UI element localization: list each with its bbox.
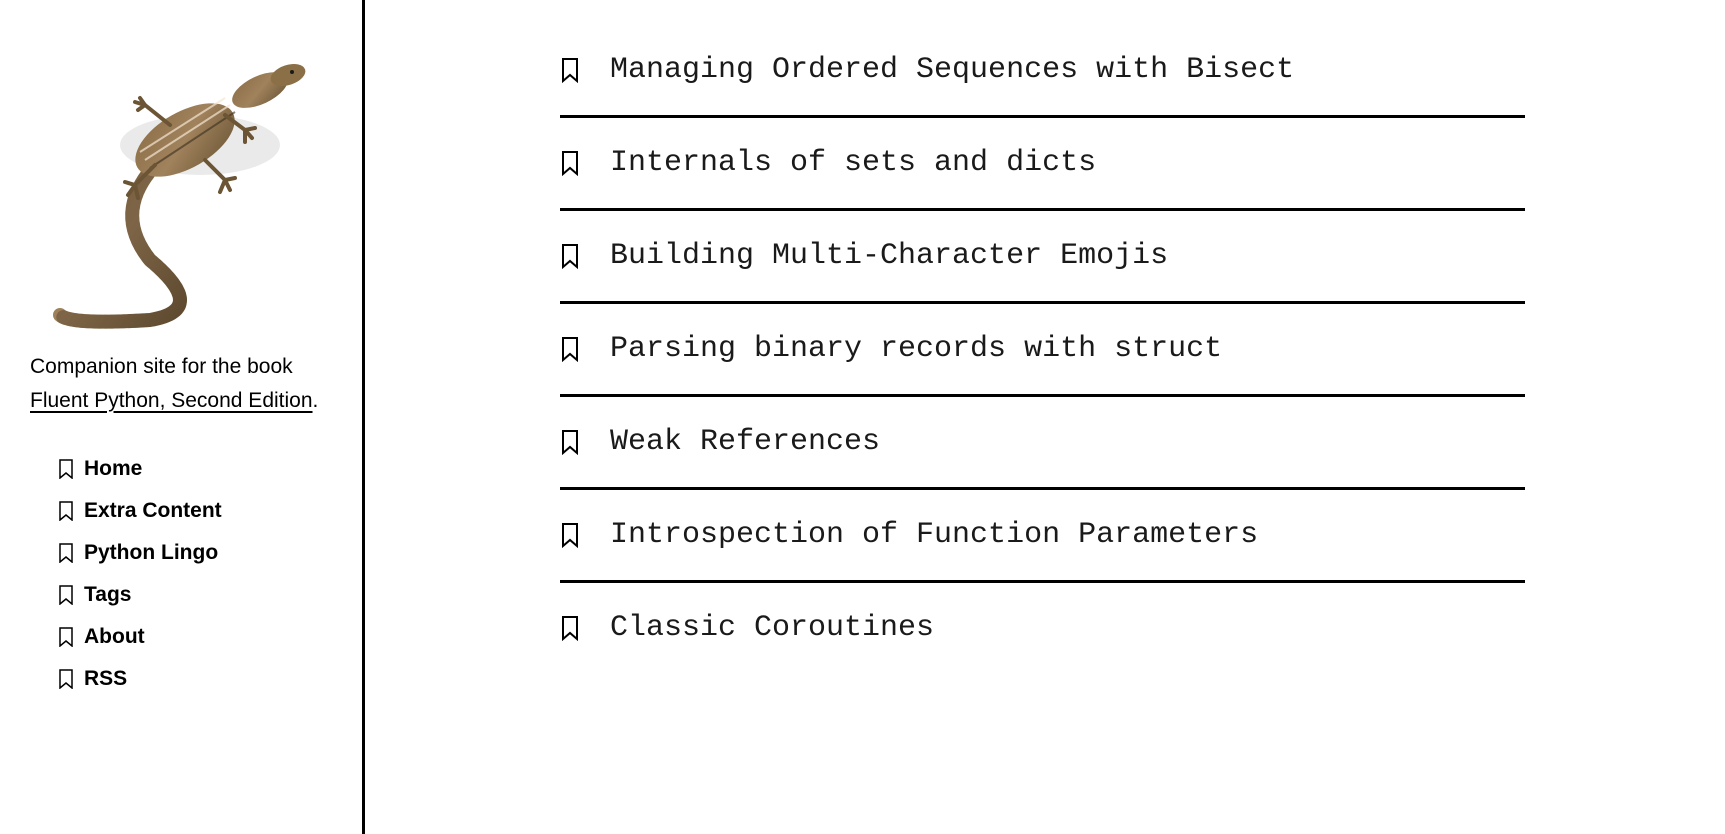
nav-label: RSS	[84, 667, 127, 691]
bookmark-icon	[560, 57, 580, 83]
bookmark-icon	[58, 669, 74, 689]
bookmark-icon	[560, 522, 580, 548]
article-title: Parsing binary records with struct	[610, 332, 1222, 366]
article-title: Internals of sets and dicts	[610, 146, 1096, 180]
description-prefix: Companion site for the book	[30, 355, 293, 378]
nav-item-extra-content[interactable]: Extra Content	[58, 499, 332, 523]
nav-label: Extra Content	[84, 499, 222, 523]
bookmark-icon	[58, 459, 74, 479]
bookmark-icon	[560, 150, 580, 176]
article-item[interactable]: Weak References	[560, 397, 1525, 490]
sidebar: Companion site for the book Fluent Pytho…	[0, 0, 365, 834]
nav-item-home[interactable]: Home	[58, 457, 332, 481]
bookmark-icon	[58, 501, 74, 521]
article-item[interactable]: Introspection of Function Parameters	[560, 490, 1525, 583]
article-title: Classic Coroutines	[610, 611, 934, 645]
nav-item-rss[interactable]: RSS	[58, 667, 332, 691]
article-title: Building Multi-Character Emojis	[610, 239, 1168, 273]
book-title-link[interactable]: Fluent Python, Second Edition	[30, 389, 313, 412]
bookmark-icon	[58, 543, 74, 563]
article-title: Introspection of Function Parameters	[610, 518, 1258, 552]
article-title: Weak References	[610, 425, 880, 459]
bookmark-icon	[560, 336, 580, 362]
bookmark-icon	[560, 615, 580, 641]
description-suffix: .	[313, 389, 319, 412]
site-description: Companion site for the book Fluent Pytho…	[30, 350, 332, 417]
nav-label: About	[84, 625, 145, 649]
bookmark-icon	[58, 585, 74, 605]
article-item[interactable]: Parsing binary records with struct	[560, 304, 1525, 397]
logo-image	[30, 30, 332, 335]
bookmark-icon	[560, 243, 580, 269]
article-item[interactable]: Internals of sets and dicts	[560, 118, 1525, 211]
nav-item-about[interactable]: About	[58, 625, 332, 649]
nav-item-tags[interactable]: Tags	[58, 583, 332, 607]
article-list: Managing Ordered Sequences with Bisect I…	[560, 25, 1525, 673]
bookmark-icon	[560, 429, 580, 455]
nav-label: Tags	[84, 583, 131, 607]
article-title: Managing Ordered Sequences with Bisect	[610, 53, 1294, 87]
main-content: Managing Ordered Sequences with Bisect I…	[365, 0, 1725, 834]
nav-label: Python Lingo	[84, 541, 218, 565]
bookmark-icon	[58, 627, 74, 647]
article-item[interactable]: Building Multi-Character Emojis	[560, 211, 1525, 304]
nav-label: Home	[84, 457, 142, 481]
article-item[interactable]: Managing Ordered Sequences with Bisect	[560, 25, 1525, 118]
nav-item-python-lingo[interactable]: Python Lingo	[58, 541, 332, 565]
article-item[interactable]: Classic Coroutines	[560, 583, 1525, 673]
nav-list: Home Extra Content Python Lingo Tags Abo…	[30, 457, 332, 709]
